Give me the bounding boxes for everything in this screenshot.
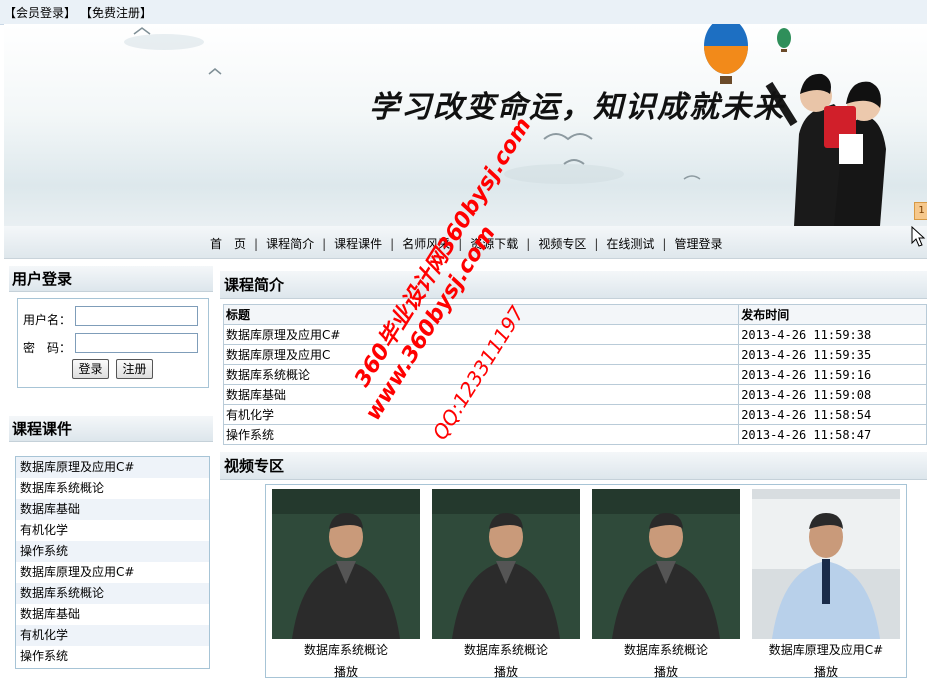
row-time: 2013-4-26 11:59:38 [738, 324, 927, 345]
table-row[interactable]: 数据库原理及应用C 2013-4-26 11:59:35 [222, 344, 927, 365]
main-nav: 首 页 | 课程简介 | 课程课件 | 名师风采 | 资源下载 | 视频专区 | 在线测试 | 管理登录 [4, 226, 927, 259]
row-time: 2013-4-26 11:59:35 [738, 344, 927, 365]
nav-separator: | [254, 237, 259, 251]
row-title[interactable]: 操作系统 [222, 424, 740, 445]
video-thumbnail[interactable] [752, 489, 900, 639]
course-list-item[interactable]: 数据库系统概论 [16, 583, 209, 604]
video-grid: 数据库系统概论 播放 数据库系统概论 播放 数据库系统概论 播放 数据库原理及应用C# 播放 [265, 484, 907, 680]
course-list-item[interactable]: 数据库基础 [16, 499, 209, 520]
intro-section-title: 课程简介 [220, 271, 927, 299]
row-title[interactable]: 数据库基础 [222, 384, 740, 405]
table-row[interactable]: 数据库系统概论 2013-4-26 11:59:16 [222, 364, 927, 385]
nav-item[interactable]: 首 页 [210, 237, 246, 251]
course-list-item[interactable]: 数据库原理及应用C# [16, 457, 209, 478]
nav-separator: | [390, 237, 395, 251]
table-row[interactable]: 有机化学 2013-4-26 11:58:54 [222, 404, 927, 425]
nav-items: 首 页 | 课程简介 | 课程课件 | 名师风采 | 资源下载 | 视频专区 | 在线测试 | 管理登录 [210, 235, 722, 252]
balloon-large [704, 24, 748, 84]
nav-separator: | [526, 237, 531, 251]
video-section-title: 视频专区 [220, 452, 927, 480]
video-caption[interactable]: 数据库系统概论 [590, 641, 742, 658]
password-label: 密 码： [23, 341, 72, 355]
course-list-item[interactable]: 操作系统 [16, 541, 209, 562]
course-list: 数据库原理及应用C# 数据库系统概论 数据库基础 有机化学 操作系统 数据库原理及应用C#… [15, 456, 210, 669]
course-list-item[interactable]: 操作系统 [16, 646, 209, 667]
video-caption[interactable]: 数据库系统概论 [430, 641, 582, 658]
video-card: 数据库系统概论 播放 [430, 489, 582, 680]
course-list-item[interactable]: 有机化学 [16, 520, 209, 541]
video-card: 数据库系统概论 播放 [270, 489, 422, 680]
row-time: 2013-4-26 11:59:08 [738, 384, 927, 405]
nav-item[interactable]: 课程课件 [334, 237, 382, 251]
play-link[interactable]: 播放 [750, 663, 902, 680]
row-title[interactable]: 数据库原理及应用C# [222, 324, 740, 345]
row-time: 2013-4-26 11:58:47 [738, 424, 927, 445]
register-button[interactable]: 注册 [116, 359, 153, 379]
play-link[interactable]: 播放 [590, 663, 742, 680]
nav-separator: | [322, 237, 327, 251]
course-section-title: 课程课件 [9, 416, 213, 442]
nav-item[interactable]: 视频专区 [538, 237, 586, 251]
course-list-item[interactable]: 数据库基础 [16, 604, 209, 625]
banner-slogan: 学习改变命运，知识成就未来 [369, 90, 785, 125]
video-card: 数据库原理及应用C# 播放 [750, 489, 902, 680]
course-list-item[interactable]: 数据库系统概论 [16, 478, 209, 499]
video-thumbnail[interactable] [272, 489, 420, 639]
table-row[interactable]: 操作系统 2013-4-26 11:58:47 [222, 424, 927, 445]
table-row[interactable]: 数据库基础 2013-4-26 11:59:08 [222, 384, 927, 405]
play-link[interactable]: 播放 [270, 663, 422, 680]
row-time: 2013-4-26 11:59:16 [738, 364, 927, 385]
free-register-link[interactable]: 【免费注册】 [80, 4, 152, 21]
col-title-header: 标题 [222, 304, 740, 325]
col-time-header: 发布时间 [738, 304, 927, 325]
video-thumbnail[interactable] [432, 489, 580, 639]
nav-separator: | [662, 237, 667, 251]
username-label: 用户名： [23, 313, 72, 327]
row-time: 2013-4-26 11:58:54 [738, 404, 927, 425]
nav-item[interactable]: 在线测试 [606, 237, 654, 251]
video-caption[interactable]: 数据库原理及应用C# [750, 641, 902, 658]
login-section-title: 用户登录 [9, 266, 213, 292]
video-caption[interactable]: 数据库系统概论 [270, 641, 422, 658]
course-list-item[interactable]: 数据库原理及应用C# [16, 562, 209, 583]
video-card: 数据库系统概论 播放 [590, 489, 742, 680]
video-thumbnail[interactable] [592, 489, 740, 639]
username-input[interactable] [75, 306, 198, 326]
row-title[interactable]: 数据库原理及应用C [222, 344, 740, 365]
play-link[interactable]: 播放 [430, 663, 582, 680]
password-input[interactable] [75, 333, 198, 353]
nav-item[interactable]: 管理登录 [674, 237, 722, 251]
header-banner: 学习改变命运，知识成就未来 [4, 24, 927, 226]
intro-table-header: 标题 发布时间 [222, 304, 927, 325]
member-login-link[interactable]: 【会员登录】 [4, 4, 76, 21]
nav-item[interactable]: 资源下载 [470, 237, 518, 251]
login-form: 用户名： 密 码： 登录 注册 [17, 298, 209, 388]
nav-separator: | [594, 237, 599, 251]
slide-number-badge[interactable]: 1 [914, 202, 927, 220]
top-bar: 【会员登录】 【免费注册】 [0, 0, 927, 25]
nav-item[interactable]: 课程简介 [266, 237, 314, 251]
course-list-item[interactable]: 有机化学 [16, 625, 209, 646]
balloon-small [777, 28, 791, 52]
table-row[interactable]: 数据库原理及应用C# 2013-4-26 11:59:38 [222, 324, 927, 345]
intro-table: 标题 发布时间 数据库原理及应用C# 2013-4-26 11:59:38 数据库原… [222, 304, 927, 445]
row-title[interactable]: 有机化学 [222, 404, 740, 425]
login-button[interactable]: 登录 [72, 359, 109, 379]
nav-item[interactable]: 名师风采 [402, 237, 450, 251]
nav-separator: | [458, 237, 463, 251]
row-title[interactable]: 数据库系统概论 [222, 364, 740, 385]
students-image [765, 73, 886, 226]
mouse-pointer-icon [911, 226, 926, 247]
